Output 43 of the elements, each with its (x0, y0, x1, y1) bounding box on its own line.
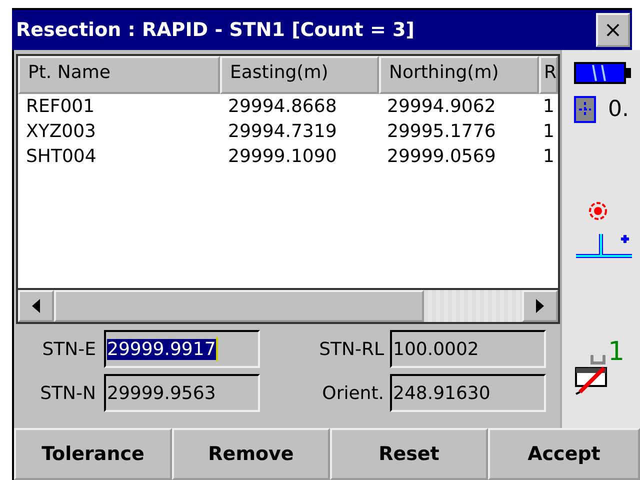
table-cell-text: 29994.8668 (227, 95, 338, 119)
action-button[interactable]: Remove (172, 428, 330, 480)
column-header[interactable]: Easting(m) (220, 56, 379, 94)
bracket-icon (590, 355, 606, 365)
column-header[interactable]: Northing(m) (379, 56, 539, 94)
field-label: STN-RL (318, 338, 385, 360)
battery-icon (574, 62, 632, 84)
scroll-right-button[interactable] (522, 290, 558, 322)
field-label: STN-E (41, 338, 97, 360)
column-header[interactable]: Pt. Name (18, 56, 220, 94)
close-button[interactable]: × (596, 13, 630, 47)
reading-text: 0. (608, 97, 629, 122)
prism-pole-icon (574, 231, 634, 261)
count-text: 1 (608, 339, 625, 365)
action-button[interactable]: Accept (488, 428, 640, 480)
table-cell-text: XYZ003 (25, 120, 98, 144)
table-cell-text: 29999.1090 (227, 145, 338, 169)
table-cell-text: 29994.7319 (227, 120, 338, 144)
table-cell-text: 1 (542, 120, 556, 144)
scrollbar-thumb[interactable] (54, 290, 424, 322)
right-triangle-icon (535, 299, 545, 313)
action-button[interactable]: Tolerance (14, 428, 172, 480)
table-cell-text: 29994.9062 (386, 95, 497, 119)
table-cell-text: 29999.0569 (386, 145, 497, 169)
action-button[interactable]: Reset (330, 428, 488, 480)
input-field[interactable]: 29999.9917 (104, 330, 260, 368)
table-cell-text: SHT004 (25, 145, 98, 169)
table-cell-text: 1 (542, 145, 556, 169)
input-field[interactable]: 100.0002 (390, 330, 546, 368)
table-cell-text: 29995.1776 (386, 120, 497, 144)
field-label: Orient. (321, 382, 385, 404)
crosshair-square-icon (574, 96, 596, 123)
field-label: STN-N (39, 382, 97, 404)
table-cell-text: 1 (542, 95, 556, 119)
input-field[interactable]: 248.91630 (390, 374, 546, 412)
left-triangle-icon (31, 299, 41, 313)
target-icon (586, 201, 610, 221)
window-title: Resection : RAPID - STN1 [Count = 3] (16, 19, 414, 41)
input-field[interactable]: 29999.9563 (104, 374, 260, 412)
column-header[interactable]: R (539, 56, 558, 94)
table-cell-text: REF001 (25, 95, 96, 119)
notepad-pen-icon (574, 365, 608, 395)
scroll-left-button[interactable] (18, 290, 54, 322)
